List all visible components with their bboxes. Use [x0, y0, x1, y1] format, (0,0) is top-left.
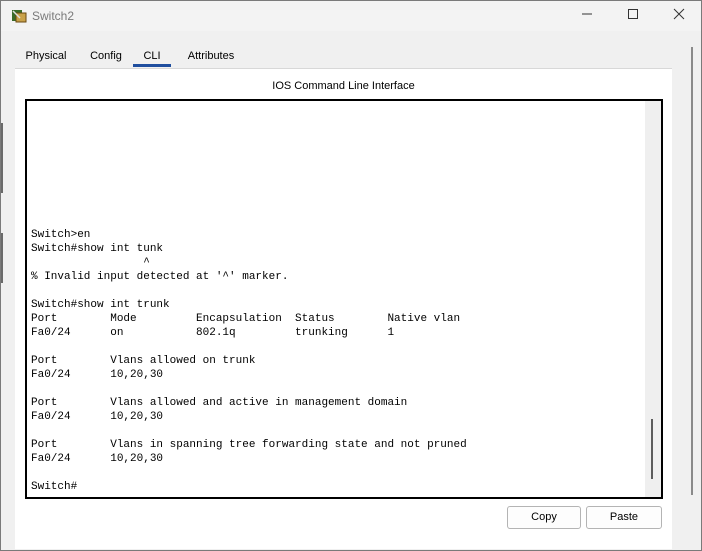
window-scrollbar[interactable]: [685, 35, 699, 549]
terminal-output[interactable]: Switch>en Switch#show int tunk ^ % Inval…: [31, 228, 467, 494]
window-edge-mark: [1, 233, 3, 283]
cli-terminal[interactable]: Switch>en Switch#show int tunk ^ % Inval…: [25, 99, 663, 499]
paste-button[interactable]: Paste: [586, 506, 662, 529]
window-title: Switch2: [32, 9, 75, 23]
active-tab-indicator: [133, 64, 171, 67]
maximize-icon: [627, 7, 639, 25]
terminal-scroll-thumb[interactable]: [651, 419, 653, 479]
title-bar[interactable]: Switch2: [1, 1, 701, 31]
tab-physical[interactable]: Physical: [18, 45, 74, 69]
close-icon: [673, 7, 685, 25]
close-button[interactable]: [656, 1, 702, 31]
window-edge-mark: [1, 123, 3, 193]
minimize-button[interactable]: [564, 1, 610, 31]
terminal-scrollbar[interactable]: [645, 101, 661, 497]
panel-header: IOS Command Line Interface: [272, 80, 415, 92]
maximize-button[interactable]: [610, 1, 656, 31]
tab-config[interactable]: Config: [85, 45, 127, 69]
window-scroll-thumb[interactable]: [691, 47, 693, 495]
tab-attributes[interactable]: Attributes: [179, 45, 243, 69]
minimize-icon: [581, 7, 593, 25]
copy-button[interactable]: Copy: [507, 506, 581, 529]
switch-app-icon: [11, 8, 27, 24]
app-window: Switch2 Physical Config CLI Attributes I…: [0, 0, 702, 551]
